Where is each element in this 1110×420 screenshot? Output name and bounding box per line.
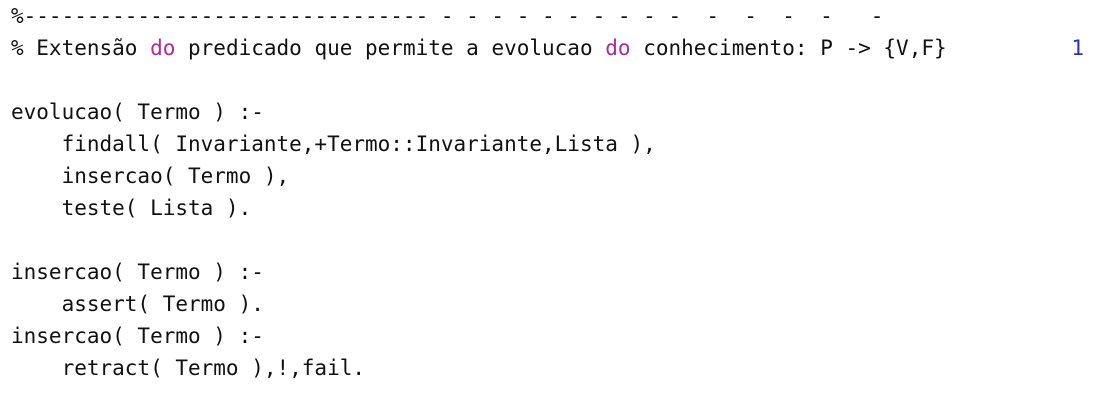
comment-text-middle: predicado que permite a evolucao	[175, 36, 606, 60]
code-line-insercao-head-2: insercao( Termo ) :-	[11, 324, 264, 348]
code-line-findall: findall( Invariante,+Termo::Invariante,L…	[11, 132, 656, 156]
keyword-do: do	[605, 36, 631, 60]
comment-description-line: % Extensão do predicado que permite a ev…	[11, 32, 947, 64]
comment-divider-line: %-------------------------------- - - - …	[11, 4, 884, 28]
keyword-do: do	[150, 36, 176, 60]
code-line-evolucao-head: evolucao( Termo ) :-	[11, 100, 264, 124]
code-line-insercao-head-1: insercao( Termo ) :-	[11, 260, 264, 284]
code-line-assert: assert( Termo ).	[11, 292, 264, 316]
code-line-insercao-call: insercao( Termo ),	[11, 164, 290, 188]
code-editor[interactable]: %-------------------------------- - - - …	[0, 0, 1110, 420]
comment-text-end: conhecimento: P -> {V,F}	[630, 36, 947, 60]
comment-text-start: % Extensão	[11, 36, 151, 60]
line-number: 1	[1071, 36, 1084, 60]
code-line-teste: teste( Lista ).	[11, 196, 252, 220]
code-line-retract: retract( Termo ),!,fail.	[11, 356, 366, 380]
